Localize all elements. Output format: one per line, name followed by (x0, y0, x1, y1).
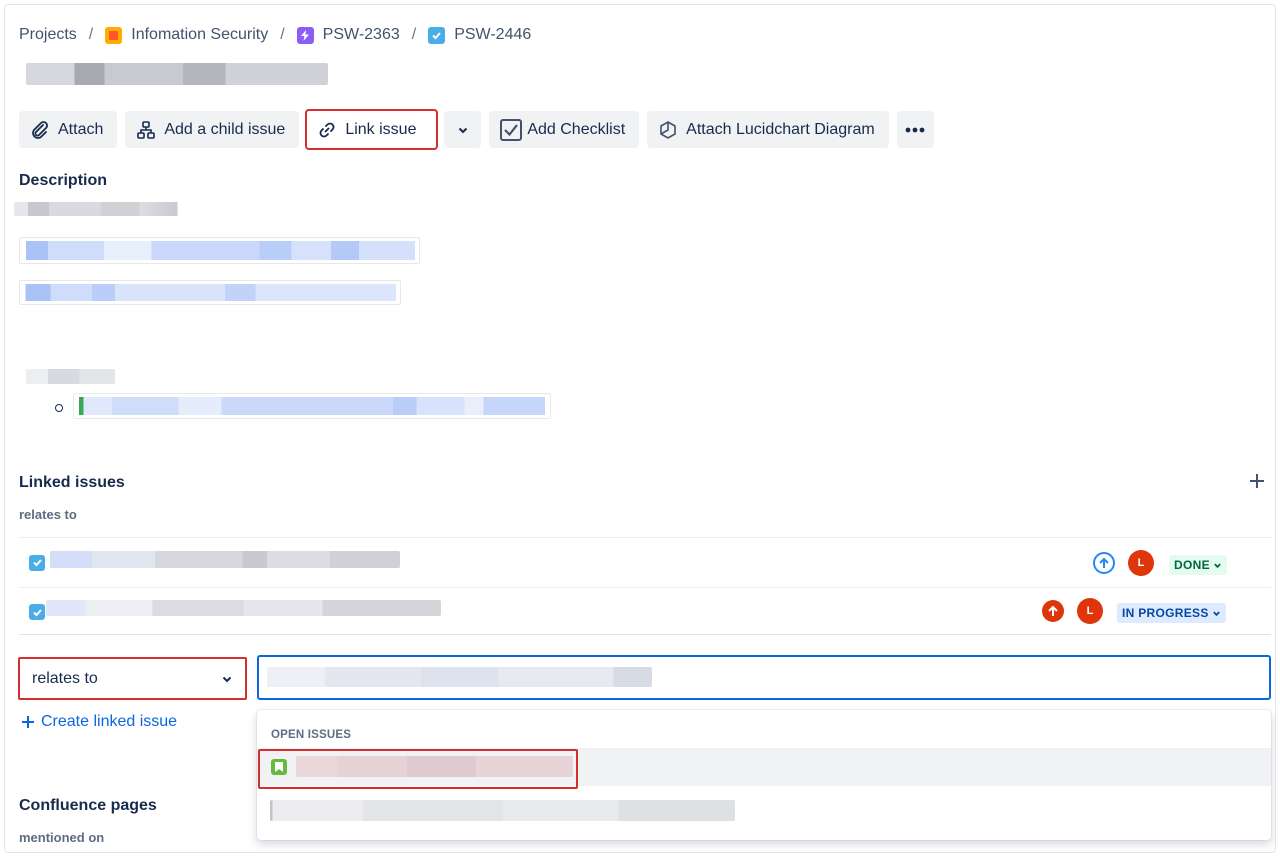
bullet-icon (55, 404, 63, 412)
more-actions-button[interactable] (896, 111, 934, 148)
description-text-redacted (14, 202, 188, 216)
add-child-issue-button[interactable]: Add a child issue (125, 111, 300, 148)
hierarchy-icon (137, 120, 156, 139)
breadcrumb-issue-label: PSW-2446 (454, 26, 532, 43)
breadcrumb-separator: / (88, 26, 94, 43)
create-linked-issue-link[interactable]: Create linked issue (21, 713, 177, 731)
task-icon (428, 26, 446, 44)
arrow-up-red-icon (1042, 600, 1064, 622)
breadcrumb-project-label: Infomation Security (131, 26, 269, 43)
checklist-icon (500, 118, 523, 141)
attach-lucidchart-label: Attach Lucidchart Diagram (686, 120, 875, 138)
link-issue-label: Link issue (345, 120, 417, 138)
description-link-redacted[interactable] (19, 280, 401, 305)
relation-label: relates to (19, 507, 77, 522)
task-icon (29, 554, 45, 571)
plus-icon (22, 716, 34, 728)
status-badge[interactable]: IN PROGRESS (1117, 603, 1226, 623)
issue-search-results: OPEN ISSUES (257, 710, 1271, 840)
search-result-option[interactable] (270, 800, 735, 821)
chevron-down-icon (222, 676, 232, 682)
link-type-value: relates to (32, 669, 98, 687)
attach-label: Attach (58, 120, 104, 138)
chevron-down-icon (1212, 611, 1220, 616)
status-label: IN PROGRESS (1122, 606, 1209, 620)
task-icon (29, 604, 45, 620)
arrow-up-blue-icon (1093, 552, 1115, 574)
more-icon (905, 127, 925, 132)
breadcrumb-issue[interactable]: PSW-2446 (428, 26, 531, 44)
avatar[interactable]: L (1077, 598, 1103, 624)
linked-issues-list: L DONE L IN PROGRESS (19, 537, 1271, 635)
link-type-select[interactable]: relates to (18, 657, 247, 700)
breadcrumb-projects[interactable]: Projects (19, 26, 77, 44)
breadcrumb-project[interactable]: Infomation Security (105, 26, 268, 44)
attach-lucidchart-button[interactable]: Attach Lucidchart Diagram (647, 111, 889, 148)
issue-summary-redacted (50, 551, 400, 568)
description-text-redacted (26, 369, 115, 384)
breadcrumb-separator: / (411, 26, 417, 43)
chevron-down-icon (1214, 563, 1221, 568)
issue-toolbar: Attach Add a child issue Link issue Add … (19, 109, 934, 150)
link-issue-button[interactable]: Link issue (305, 109, 439, 150)
create-linked-issue-label: Create linked issue (41, 713, 178, 730)
epic-icon (296, 26, 314, 44)
avatar[interactable]: L (1128, 550, 1154, 576)
linked-issues-heading: Linked issues (19, 474, 125, 491)
link-options-dropdown[interactable] (444, 111, 482, 148)
breadcrumb-epic-label: PSW-2363 (322, 26, 400, 43)
status-label: DONE (1174, 558, 1210, 572)
add-linked-issue-button[interactable] (1248, 473, 1266, 491)
status-badge[interactable]: DONE (1169, 555, 1227, 575)
selection-highlight (258, 749, 578, 789)
attach-button[interactable]: Attach (19, 111, 118, 148)
plus-icon (1250, 474, 1264, 488)
add-checklist-button[interactable]: Add Checklist (489, 111, 640, 148)
breadcrumb: Projects / Infomation Security / PSW-236… (19, 24, 531, 46)
description-smart-link-redacted[interactable] (73, 393, 551, 419)
issue-search-input[interactable] (257, 655, 1271, 700)
breadcrumb-separator: / (280, 26, 285, 43)
confluence-heading: Confluence pages (19, 797, 157, 814)
linked-issue-row[interactable]: L IN PROGRESS (19, 587, 1271, 636)
search-result-option[interactable] (257, 748, 1271, 789)
chevron-down-icon (458, 127, 468, 133)
breadcrumb-epic[interactable]: PSW-2363 (296, 26, 400, 44)
lucidchart-icon (660, 120, 676, 139)
search-query-redacted (267, 667, 652, 687)
issue-title-redacted (26, 63, 328, 85)
confluence-relation: mentioned on (19, 830, 105, 845)
description-heading: Description (19, 172, 108, 189)
issue-summary-redacted (46, 600, 441, 616)
description-link-redacted[interactable] (19, 237, 420, 264)
add-child-label: Add a child issue (164, 120, 286, 138)
project-icon (105, 26, 123, 44)
linked-issue-row[interactable]: L DONE (19, 538, 1271, 587)
link-icon (319, 122, 335, 137)
results-group-heading: OPEN ISSUES (271, 729, 352, 741)
add-checklist-label: Add Checklist (527, 120, 626, 138)
paperclip-icon (32, 120, 48, 139)
